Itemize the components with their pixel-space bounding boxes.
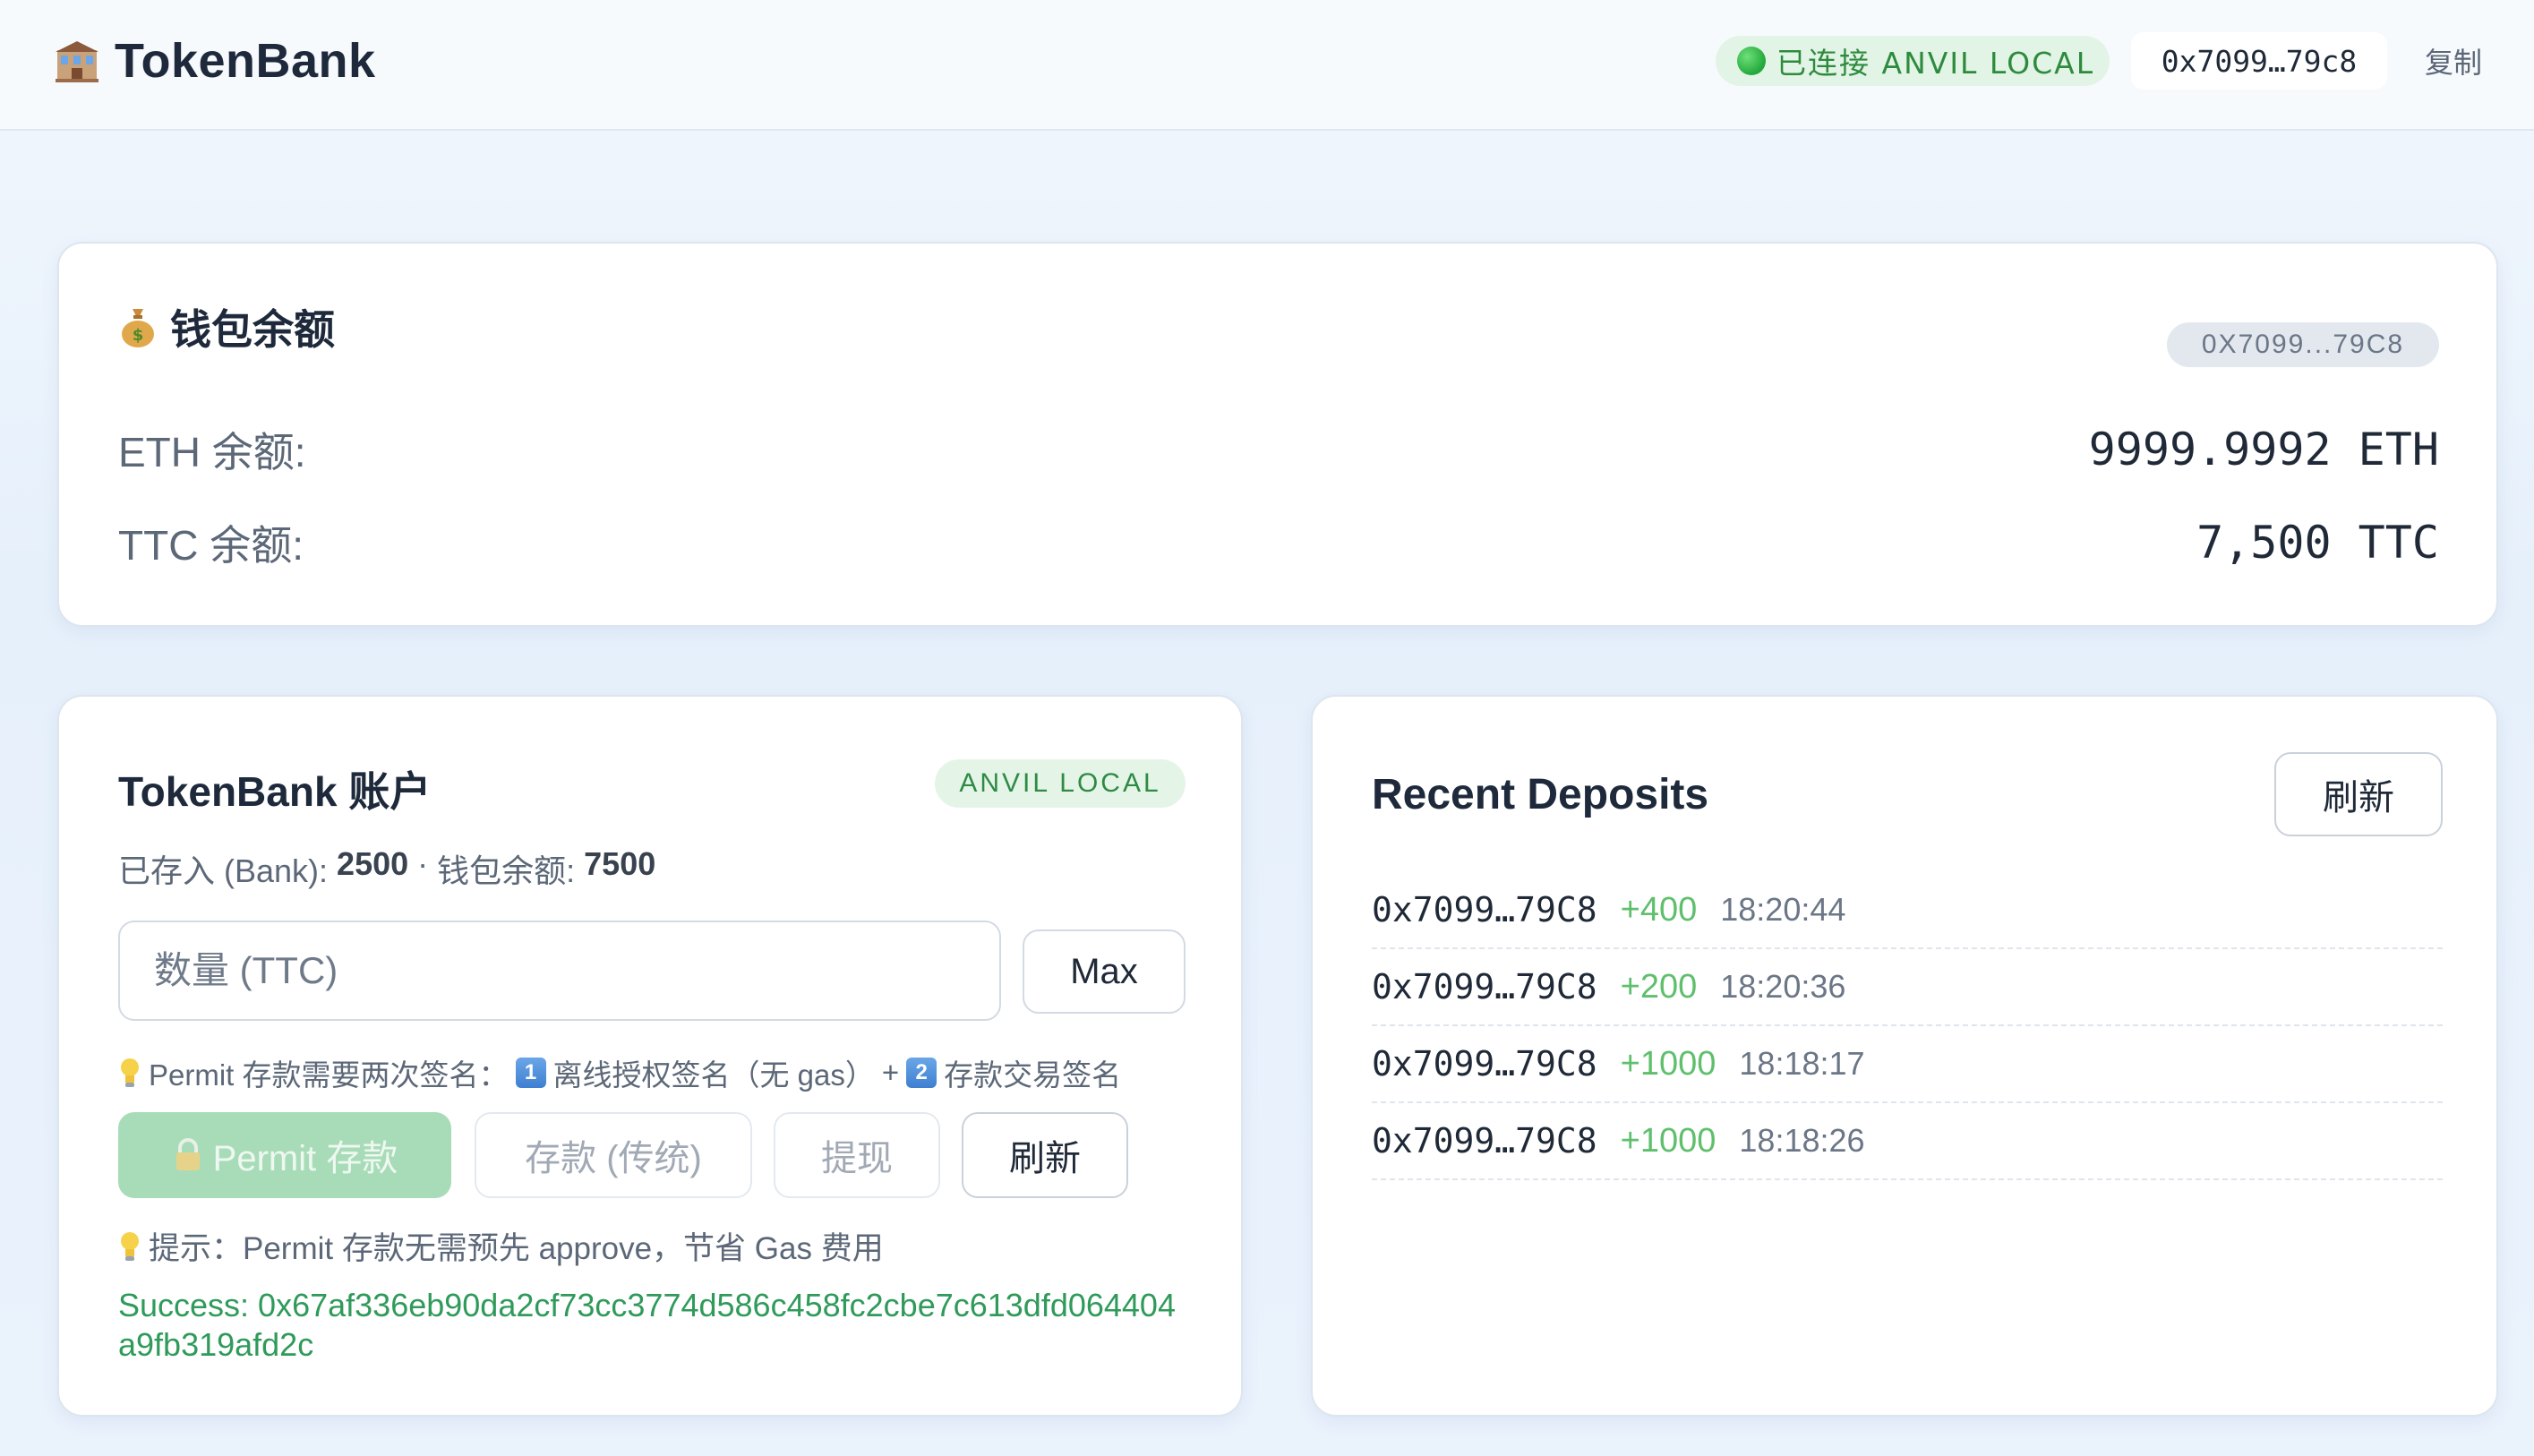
deposit-time: 18:18:26	[1739, 1122, 1865, 1159]
eth-balance-value: 9999.9992 ETH	[2088, 424, 2439, 475]
account-summary: 已存入 (Bank): 2500 · 钱包余额: 7500	[118, 845, 655, 892]
list-item: 0x7099…79C8 +1000 18:18:26	[1372, 1103, 2443, 1180]
permit-tip: 提示：Permit 存款无需预先 approve，节省 Gas 费用	[118, 1223, 884, 1269]
deposit-time: 18:18:17	[1739, 1045, 1865, 1082]
wallet-card-title: $ 钱包余额	[118, 297, 335, 356]
list-item: 0x7099…79C8 +1000 18:18:17	[1372, 1026, 2443, 1103]
account-refresh-button[interactable]: 刷新	[962, 1112, 1128, 1198]
deposited-value: 2500	[337, 845, 409, 882]
permit-deposit-label: Permit 存款	[212, 1139, 398, 1178]
ttc-balance-value: 7,500 TTC	[2196, 517, 2439, 569]
deposit-amount: +200	[1620, 967, 1698, 1006]
deposited-label: 已存入 (Bank):	[118, 852, 329, 889]
deposit-time: 18:20:44	[1720, 891, 1846, 928]
withdraw-button[interactable]: 提现	[774, 1112, 940, 1198]
deposit-amount: +400	[1620, 890, 1698, 929]
account-title: TokenBank 账户	[118, 768, 432, 815]
deposit-amount: +1000	[1620, 1121, 1716, 1160]
permit-hint-prefix: Permit 存款需要两次签名：	[149, 1058, 509, 1092]
network-status-badge: 已连接 ANVIL LOCAL	[1716, 36, 2110, 86]
recent-deposits-title: Recent Deposits	[1372, 771, 1709, 818]
brand: TokenBank	[54, 32, 376, 90]
svg-text:$: $	[133, 326, 144, 345]
deposit-address: 0x7099…79C8	[1372, 1044, 1597, 1083]
deposits-refresh-button[interactable]: 刷新	[2274, 752, 2443, 836]
deposit-address: 0x7099…79C8	[1372, 890, 1597, 929]
deposits-list: 0x7099…79C8 +400 18:20:44 0x7099…79C8 +2…	[1372, 872, 2443, 1180]
network-chip: ANVIL LOCAL	[935, 759, 1186, 808]
top-bar: TokenBank 已连接 ANVIL LOCAL 0x7099…79c8 复制	[0, 0, 2534, 131]
lock-icon	[175, 1138, 200, 1170]
app-title: TokenBank	[115, 34, 376, 88]
network-status-text: 已连接 ANVIL LOCAL	[1776, 46, 2095, 81]
permit-tip-text: 提示：Permit 存款无需预先 approve，节省 Gas 费用	[149, 1231, 884, 1266]
lightbulb-icon	[121, 1231, 139, 1261]
wallet-balance-card: $ 钱包余额 0X7099...79C8 ETH 余额: 9999.9992 E…	[57, 242, 2498, 627]
step-one-keycap-icon: 1	[515, 1058, 546, 1088]
deposit-address: 0x7099…79C8	[1372, 1121, 1597, 1161]
connected-dot-icon	[1737, 47, 1766, 75]
tokenbank-account-card: TokenBank 账户 ANVIL LOCAL 已存入 (Bank): 250…	[57, 695, 1243, 1417]
deposit-amount: +1000	[1620, 1044, 1716, 1083]
ttc-balance-row: TTC 余额: 7,500 TTC	[118, 514, 2439, 571]
wallet-title: 钱包余额	[170, 306, 335, 353]
ttc-balance-label: TTC 余额:	[118, 522, 304, 569]
permit-hint: Permit 存款需要两次签名： 1 离线授权签名（无 gas） + 2 存款交…	[118, 1051, 1121, 1094]
connected-address[interactable]: 0x7099…79c8	[2131, 32, 2387, 90]
list-item: 0x7099…79C8 +200 18:20:36	[1372, 949, 2443, 1026]
wallet-address-chip: 0X7099...79C8	[2167, 322, 2439, 367]
permit-deposit-button[interactable]: Permit 存款	[118, 1112, 451, 1198]
wallet-balance-value: 7500	[584, 845, 656, 882]
bank-icon	[56, 41, 98, 82]
recent-deposits-card: Recent Deposits 刷新 0x7099…79C8 +400 18:2…	[1311, 695, 2498, 1417]
max-button[interactable]: Max	[1023, 929, 1186, 1014]
summary-separator: ·	[417, 845, 429, 882]
step-two-keycap-icon: 2	[906, 1058, 937, 1088]
money-bag-icon: $	[122, 309, 154, 347]
wallet-balance-label: 钱包余额:	[437, 852, 576, 889]
permit-hint-step2: 存款交易签名	[944, 1058, 1122, 1092]
permit-hint-plus: +	[881, 1056, 900, 1089]
deposit-address: 0x7099…79C8	[1372, 967, 1597, 1006]
deposit-time: 18:20:36	[1720, 968, 1846, 1005]
legacy-deposit-button[interactable]: 存款 (传统)	[475, 1112, 752, 1198]
eth-balance-row: ETH 余额: 9999.9992 ETH	[118, 421, 2439, 478]
amount-input[interactable]	[118, 921, 1001, 1021]
permit-hint-step1: 离线授权签名（无 gas）	[552, 1058, 875, 1092]
lightbulb-icon	[121, 1058, 139, 1087]
copy-address-button[interactable]: 复制	[2418, 39, 2489, 82]
list-item: 0x7099…79C8 +400 18:20:44	[1372, 872, 2443, 949]
transaction-success-message: Success: 0x67af336eb90da2cf73cc3774d586c…	[118, 1287, 1176, 1363]
eth-balance-label: ETH 余额:	[118, 429, 306, 475]
